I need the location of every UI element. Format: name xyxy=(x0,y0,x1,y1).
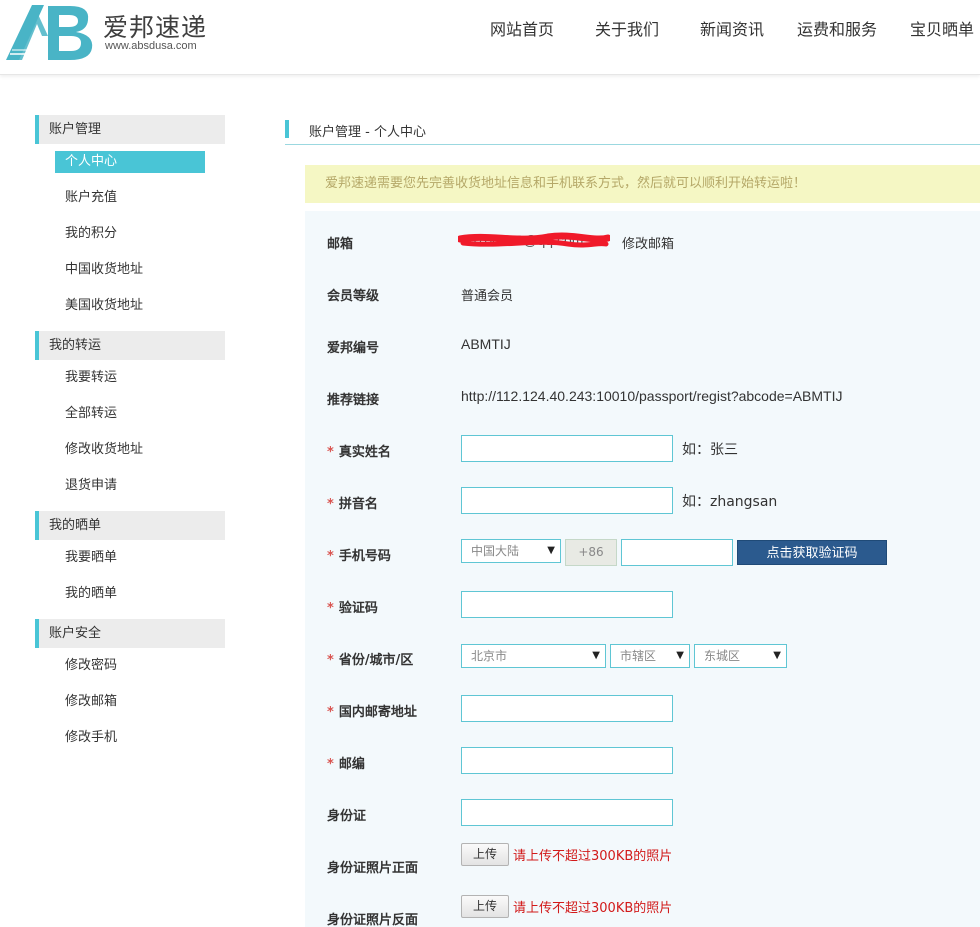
nav-showcase[interactable]: 宝贝晒单 xyxy=(910,16,974,40)
required-mark: * xyxy=(327,445,334,460)
upload-id-front-button[interactable]: 上传 xyxy=(461,843,509,866)
region-label: * 省份/城市/区 xyxy=(327,653,414,668)
page-title-bar: 账户管理 - 个人中心 xyxy=(285,119,980,145)
address-input[interactable] xyxy=(461,695,673,722)
real-name-hint: 如：张三 xyxy=(682,442,738,458)
sidebar-item-all-forwards[interactable]: 全部转运 xyxy=(35,396,225,432)
notice-banner: 爱邦速递需要您先完善收货地址信息和手机联系方式，然后就可以顺利开始转运啦！ xyxy=(305,165,980,203)
real-name-input[interactable] xyxy=(461,435,673,462)
chevron-down-icon: ▼ xyxy=(592,650,600,661)
phone-label: * 手机号码 xyxy=(327,549,391,564)
upload-id-front-hint: 请上传不超过300KB的照片 xyxy=(513,849,673,864)
nav-news[interactable]: 新闻资讯 xyxy=(700,16,764,40)
required-mark: * xyxy=(327,497,334,512)
site-header: 爱邦速递 www.absdusa.com 网站首页 关于我们 新闻资讯 运费和服… xyxy=(0,0,980,75)
phone-input[interactable] xyxy=(621,539,733,566)
required-mark: * xyxy=(327,549,334,564)
sidebar-item-label: 个人中心 xyxy=(55,151,205,173)
id-front-label: 身份证照片正面 xyxy=(327,861,419,876)
country-select[interactable]: 中国大陆 ▼ xyxy=(461,539,561,563)
province-select[interactable]: 北京市 ▼ xyxy=(461,644,606,668)
sidebar: 账户管理 个人中心 账户充值 我的积分 中国收货地址 美国收货地址 我的转运 我… xyxy=(35,115,225,756)
chevron-down-icon: ▼ xyxy=(547,545,555,556)
nav-about[interactable]: 关于我们 xyxy=(595,16,659,40)
pinyin-name-label: * 拼音名 xyxy=(327,497,378,512)
brand-url: www.absdusa.com xyxy=(105,40,197,52)
get-verification-code-button[interactable]: 点击获取验证码 xyxy=(737,540,887,565)
sidebar-item-us-address[interactable]: 美国收货地址 xyxy=(35,288,225,324)
upload-id-back-hint: 请上传不超过300KB的照片 xyxy=(513,901,673,916)
sidebar-item-change-email[interactable]: 修改邮箱 xyxy=(35,684,225,720)
email-label: 邮箱 xyxy=(327,237,354,252)
sidebar-item-china-address[interactable]: 中国收货地址 xyxy=(35,252,225,288)
nav-home[interactable]: 网站首页 xyxy=(490,16,554,40)
real-name-label: * 真实姓名 xyxy=(327,445,391,460)
required-mark: * xyxy=(327,705,334,720)
sidebar-item-points[interactable]: 我的积分 xyxy=(35,216,225,252)
sidebar-item-my-showcase[interactable]: 我的晒单 xyxy=(35,576,225,612)
city-select[interactable]: 市辖区 ▼ xyxy=(610,644,690,668)
referral-label: 推荐链接 xyxy=(327,393,380,408)
sidebar-group-forwarding: 我的转运 xyxy=(35,331,225,360)
upload-id-back-button[interactable]: 上传 xyxy=(461,895,509,918)
verify-code-input[interactable] xyxy=(461,591,673,618)
pinyin-name-input[interactable] xyxy=(461,487,673,514)
nav-shipping-services[interactable]: 运费和服务 xyxy=(797,16,877,40)
country-code: +86 xyxy=(565,539,617,566)
sidebar-group-security: 账户安全 xyxy=(35,619,225,648)
sidebar-group-account: 账户管理 xyxy=(35,115,225,144)
brand-logo[interactable] xyxy=(4,2,94,62)
required-mark: * xyxy=(327,601,334,616)
required-mark: * xyxy=(327,653,334,668)
sidebar-item-recharge[interactable]: 账户充值 xyxy=(35,180,225,216)
member-id-value: ABMTIJ xyxy=(461,336,511,352)
postcode-input[interactable] xyxy=(461,747,673,774)
sidebar-item-new-showcase[interactable]: 我要晒单 xyxy=(35,540,225,576)
sidebar-item-return-request[interactable]: 退货申请 xyxy=(35,468,225,504)
sidebar-item-change-password[interactable]: 修改密码 xyxy=(35,648,225,684)
member-level-value: 普通会员 xyxy=(461,289,514,304)
address-label: * 国内邮寄地址 xyxy=(327,705,417,720)
sidebar-item-personal-center[interactable]: 个人中心 xyxy=(35,144,225,180)
chevron-down-icon: ▼ xyxy=(773,650,781,661)
redaction-scribble xyxy=(458,232,610,248)
change-email-link[interactable]: 修改邮箱 xyxy=(622,233,674,252)
district-select[interactable]: 东城区 ▼ xyxy=(694,644,787,668)
id-card-input[interactable] xyxy=(461,799,673,826)
required-mark: * xyxy=(327,757,334,772)
sidebar-item-change-phone[interactable]: 修改手机 xyxy=(35,720,225,756)
member-level-label: 会员等级 xyxy=(327,289,380,304)
sidebar-group-showcase: 我的晒单 xyxy=(35,511,225,540)
brand-name: 爱邦速递 xyxy=(103,13,208,42)
page-title: 账户管理 - 个人中心 xyxy=(309,125,426,140)
sidebar-item-new-forward[interactable]: 我要转运 xyxy=(35,360,225,396)
verify-code-label: * 验证码 xyxy=(327,601,378,616)
postcode-label: * 邮编 xyxy=(327,757,365,772)
title-accent-bar xyxy=(285,120,289,138)
id-card-label: 身份证 xyxy=(327,809,367,824)
referral-link[interactable]: http://112.124.40.243:10010/passport/reg… xyxy=(461,388,843,404)
chevron-down-icon: ▼ xyxy=(676,650,684,661)
pinyin-name-hint: 如：zhangsan xyxy=(682,494,778,510)
id-back-label: 身份证照片反面 xyxy=(327,913,419,927)
member-id-label: 爱邦编号 xyxy=(327,341,380,356)
sidebar-item-edit-address[interactable]: 修改收货地址 xyxy=(35,432,225,468)
